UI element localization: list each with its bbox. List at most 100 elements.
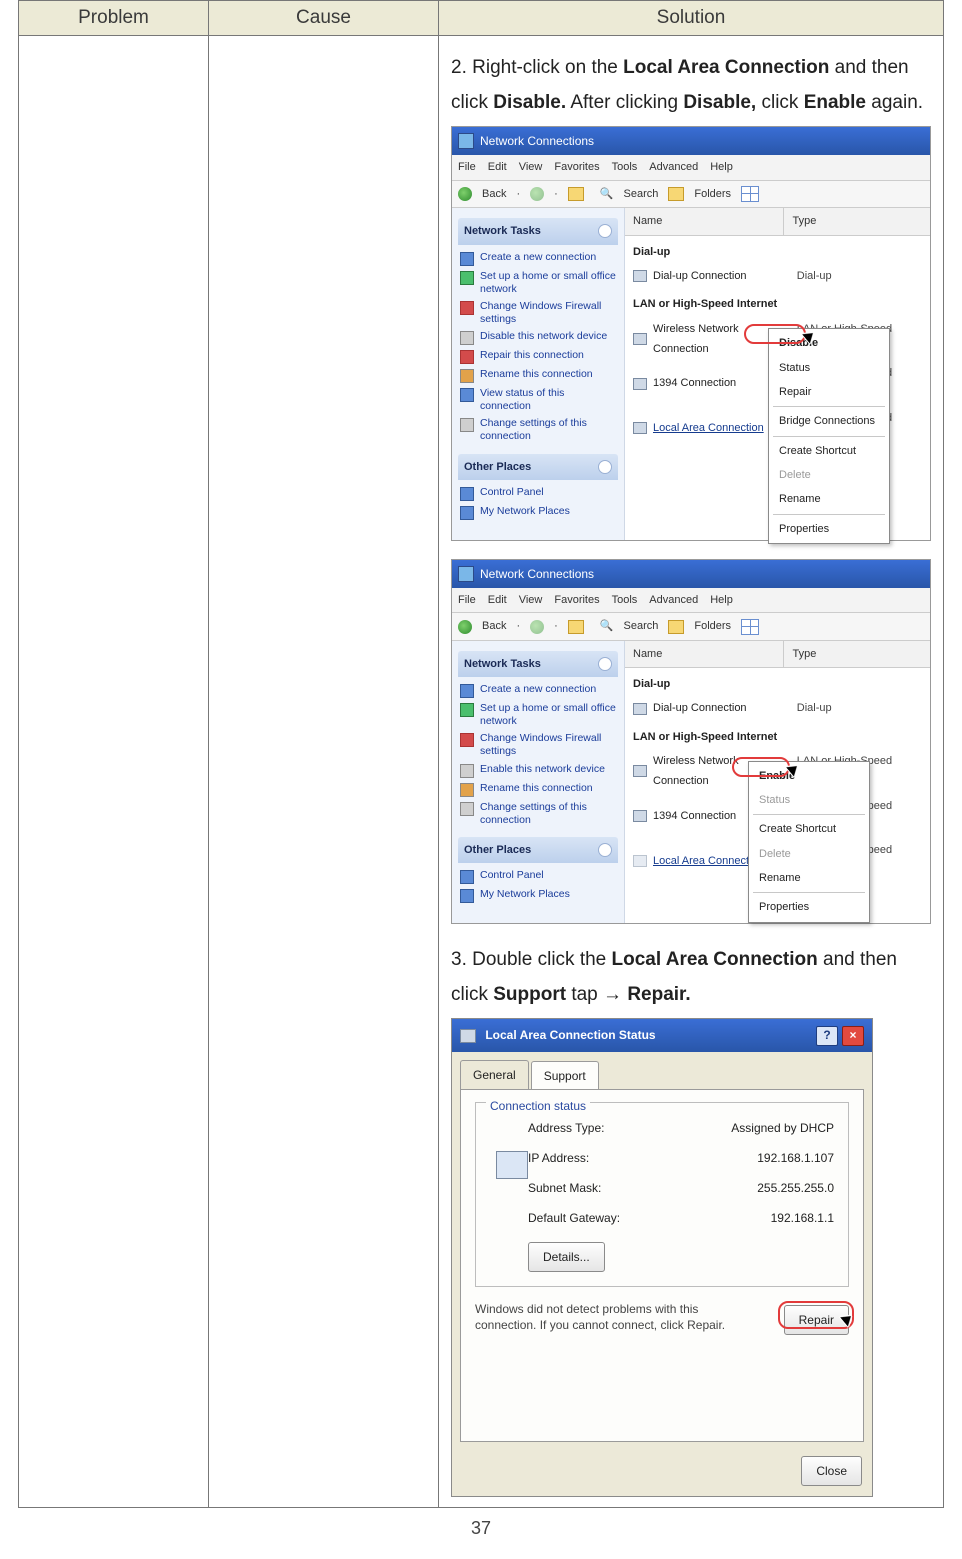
menu-item[interactable]: Tools (612, 157, 638, 177)
back-icon[interactable] (458, 620, 472, 634)
troubleshooting-table: Problem Cause Solution 2. Right-click on… (18, 0, 944, 1508)
group-legend: Connection status (486, 1095, 590, 1117)
task-link[interactable]: Disable this network device (480, 330, 607, 343)
connection-icon-disabled (633, 855, 647, 867)
ctx-bridge[interactable]: Bridge Connections (769, 409, 889, 433)
col-type[interactable]: Type (784, 208, 930, 234)
task-link[interactable]: Change settings of this connection (480, 801, 616, 827)
place-link[interactable]: Control Panel (480, 869, 544, 882)
col-name[interactable]: Name (625, 208, 784, 234)
menu-item[interactable]: File (458, 157, 476, 177)
task-link[interactable]: Repair this connection (480, 349, 584, 362)
view-icon[interactable] (741, 186, 759, 202)
task-link[interactable]: Change settings of this connection (480, 417, 616, 443)
details-button[interactable]: Details... (528, 1242, 605, 1272)
menu-item[interactable]: File (458, 590, 476, 610)
task-icon (460, 301, 474, 315)
back-icon[interactable] (458, 187, 472, 201)
menu-item[interactable]: Edit (488, 590, 507, 610)
collapse-icon[interactable] (598, 843, 612, 857)
task-link[interactable]: Rename this connection (480, 368, 593, 381)
task-icon (460, 350, 474, 364)
screenshot-enable: Network Connections File Edit View Favor… (451, 559, 931, 924)
col-type[interactable]: Type (784, 641, 930, 667)
ctx-rename[interactable]: Rename (749, 866, 869, 890)
ctx-shortcut[interactable]: Create Shortcut (749, 817, 869, 841)
close-button[interactable]: × (842, 1026, 864, 1046)
ctx-properties[interactable]: Properties (749, 895, 869, 919)
other-heading: Other Places (464, 840, 531, 860)
search-label[interactable]: Search (624, 616, 659, 636)
task-link[interactable]: Enable this network device (480, 763, 605, 776)
forward-icon[interactable] (530, 620, 544, 634)
task-link[interactable]: Set up a home or small office network (480, 702, 616, 728)
task-link[interactable]: Set up a home or small office network (480, 270, 616, 296)
tasks-heading: Network Tasks (464, 221, 541, 241)
app-icon (458, 566, 474, 582)
place-icon (460, 870, 474, 884)
menu-item[interactable]: Advanced (649, 590, 698, 610)
place-link[interactable]: Control Panel (480, 486, 544, 499)
connection-icon (460, 1029, 476, 1043)
task-link[interactable]: Change Windows Firewall settings (480, 300, 616, 326)
connection-icon (633, 333, 647, 345)
search-label[interactable]: Search (624, 184, 659, 204)
ctx-rename[interactable]: Rename (769, 487, 889, 511)
menu-item[interactable]: Advanced (649, 157, 698, 177)
menu-item[interactable]: View (519, 157, 543, 177)
help-button[interactable]: ? (816, 1026, 838, 1046)
ctx-shortcut[interactable]: Create Shortcut (769, 439, 889, 463)
value-subnet: 255.255.255.0 (757, 1177, 834, 1199)
collapse-icon[interactable] (598, 657, 612, 671)
collapse-icon[interactable] (598, 460, 612, 474)
col-name[interactable]: Name (625, 641, 784, 667)
repair-button[interactable]: Repair (784, 1305, 849, 1335)
ctx-disable[interactable]: Disable (769, 331, 889, 355)
folders-icon[interactable] (668, 187, 684, 201)
close-dialog-button[interactable]: Close (801, 1456, 862, 1486)
task-link[interactable]: Rename this connection (480, 782, 593, 795)
menubar: File Edit View Favorites Tools Advanced … (452, 155, 930, 180)
view-icon[interactable] (741, 619, 759, 635)
task-icon (460, 783, 474, 797)
tab-support[interactable]: Support (531, 1061, 599, 1090)
task-link[interactable]: Create a new connection (480, 251, 596, 264)
collapse-icon[interactable] (598, 224, 612, 238)
menu-item[interactable]: Favorites (554, 157, 599, 177)
ctx-properties[interactable]: Properties (769, 517, 889, 541)
menu-item[interactable]: View (519, 590, 543, 610)
dialog-title: Local Area Connection Status (485, 1028, 655, 1042)
step-2-text: 2. Right-click on the Local Area Connect… (451, 50, 931, 120)
ctx-enable[interactable]: Enable (749, 764, 869, 788)
menu-item[interactable]: Tools (612, 590, 638, 610)
place-link[interactable]: My Network Places (480, 505, 570, 518)
ctx-delete: Delete (769, 463, 889, 487)
group-dialup: Dial-up (625, 236, 930, 264)
tab-general[interactable]: General (460, 1060, 529, 1089)
connection-name[interactable]: Dial-up Connection (653, 266, 791, 286)
network-icon (496, 1151, 528, 1179)
menu-item[interactable]: Edit (488, 157, 507, 177)
task-icon (460, 703, 474, 717)
toolbar: Back · · 🔍Search Folders (452, 613, 930, 640)
place-link[interactable]: My Network Places (480, 888, 570, 901)
group-lan: LAN or High-Speed Internet (625, 288, 930, 316)
task-link[interactable]: View status of this connection (480, 387, 616, 413)
menu-item[interactable]: Favorites (554, 590, 599, 610)
folders-icon[interactable] (668, 620, 684, 634)
up-folder-icon[interactable] (568, 620, 584, 634)
window-titlebar: Network Connections (452, 127, 930, 155)
dialog-titlebar: Local Area Connection Status ? × (452, 1019, 872, 1051)
connection-icon (633, 422, 647, 434)
menu-item[interactable]: Help (710, 590, 733, 610)
forward-icon[interactable] (530, 187, 544, 201)
app-icon (458, 133, 474, 149)
task-link[interactable]: Create a new connection (480, 683, 596, 696)
connection-name[interactable]: Dial-up Connection (653, 698, 791, 718)
up-folder-icon[interactable] (568, 187, 584, 201)
back-label: Back (482, 616, 506, 636)
task-link[interactable]: Change Windows Firewall settings (480, 732, 616, 758)
ctx-status[interactable]: Status (769, 356, 889, 380)
menu-item[interactable]: Help (710, 157, 733, 177)
ctx-repair[interactable]: Repair (769, 380, 889, 404)
